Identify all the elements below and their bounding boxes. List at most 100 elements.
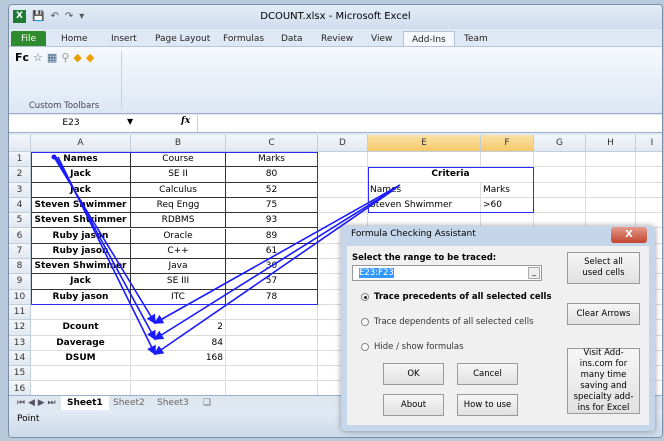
column-header-d[interactable]: D <box>318 135 368 152</box>
select-all-corner[interactable] <box>9 135 31 152</box>
cell-c4[interactable]: 75 <box>226 197 318 214</box>
cell-c1[interactable]: Marks <box>226 152 318 168</box>
tab-review[interactable]: Review <box>321 31 353 47</box>
cell-b8[interactable]: Java <box>131 259 226 275</box>
sheet-nav-icon[interactable]: ⏮ ◀ ▶ ⏭ <box>11 396 62 410</box>
cell-a14[interactable]: DSUM <box>31 350 131 367</box>
cell-a1[interactable]: Names <box>31 152 131 168</box>
cell-a8[interactable]: Steven Shwimmer <box>31 259 131 275</box>
column-header-h[interactable]: H <box>586 135 636 152</box>
cell-i2[interactable] <box>636 167 662 183</box>
cell-b11[interactable] <box>131 305 226 321</box>
cell-b4[interactable]: Req Engg <box>131 197 226 214</box>
row-header-13[interactable]: 13 <box>9 335 31 351</box>
row-header-10[interactable]: 10 <box>9 289 31 305</box>
cell-f4[interactable]: >60 <box>481 197 534 214</box>
tab-home[interactable]: Home <box>61 31 88 47</box>
cell-e2[interactable]: Criteria <box>368 167 534 183</box>
cell-e4[interactable]: Steven Shwimmer <box>368 197 481 214</box>
how-to-use-button[interactable]: How to use <box>457 394 518 416</box>
tab-view[interactable]: View <box>371 31 392 47</box>
row-header-6[interactable]: 6 <box>9 228 31 244</box>
cell-c3[interactable]: 52 <box>226 182 318 198</box>
warning-icon[interactable]: ◆ <box>86 51 94 64</box>
cell-h2[interactable] <box>586 167 636 183</box>
cell-a15[interactable] <box>31 366 131 382</box>
cell-g1[interactable] <box>534 152 586 168</box>
row-header-4[interactable]: 4 <box>9 197 31 214</box>
cell-a10[interactable]: Ruby jason <box>31 289 131 305</box>
radio-trace-precedents[interactable]: Trace precedents of all selected cells <box>361 292 552 302</box>
cell-a5[interactable]: Steven Shwimmer <box>31 213 131 229</box>
cell-d1[interactable] <box>318 152 368 168</box>
column-header-c[interactable]: C <box>226 135 318 152</box>
row-header-7[interactable]: 7 <box>9 243 31 260</box>
cell-d2[interactable] <box>318 167 368 183</box>
cell-b3[interactable]: Calculus <box>131 182 226 198</box>
tab-data[interactable]: Data <box>281 31 303 47</box>
cell-a12[interactable]: Dcount <box>31 320 131 336</box>
cell-c13[interactable] <box>226 335 318 351</box>
insert-function-icon[interactable]: fx <box>181 116 190 126</box>
cell-b7[interactable]: C++ <box>131 243 226 260</box>
cell-c12[interactable] <box>226 320 318 336</box>
row-header-5[interactable]: 5 <box>9 213 31 229</box>
cell-c5[interactable]: 93 <box>226 213 318 229</box>
cell-d3[interactable] <box>318 182 368 198</box>
cell-f1[interactable] <box>481 152 534 168</box>
cell-a11[interactable] <box>31 305 131 321</box>
name-box-dropdown-icon[interactable]: ▼ <box>127 117 133 126</box>
clear-arrows-button[interactable]: Clear Arrows <box>567 303 640 325</box>
tab-page-layout[interactable]: Page Layout <box>155 31 210 47</box>
cell-c10[interactable]: 78 <box>226 289 318 305</box>
cell-b15[interactable] <box>131 366 226 382</box>
cell-b9[interactable]: SE III <box>131 274 226 290</box>
cell-b12[interactable]: 2 <box>131 320 226 336</box>
ok-button[interactable]: OK <box>383 363 444 385</box>
tab-formulas[interactable]: Formulas <box>223 31 264 47</box>
cell-i4[interactable] <box>636 198 662 214</box>
row-header-12[interactable]: 12 <box>9 320 31 336</box>
cell-a9[interactable]: Jack <box>31 274 131 290</box>
cell-a3[interactable]: Jack <box>31 182 131 198</box>
column-header-g[interactable]: G <box>534 135 586 152</box>
close-button[interactable]: X <box>611 227 647 243</box>
cell-h4[interactable] <box>586 197 636 214</box>
column-header-f[interactable]: F <box>481 135 534 152</box>
cell-a6[interactable]: Ruby jason <box>31 228 131 244</box>
row-header-9[interactable]: 9 <box>9 274 31 290</box>
cell-i3[interactable] <box>636 183 662 198</box>
name-box[interactable]: E23 <box>11 116 131 131</box>
tab-add-ins[interactable]: Add-Ins <box>403 31 455 47</box>
row-header-1[interactable]: 1 <box>9 152 31 168</box>
row-header-11[interactable]: 11 <box>9 305 31 321</box>
cell-g2[interactable] <box>534 167 586 183</box>
cell-c9[interactable]: 57 <box>226 274 318 290</box>
calculator-icon[interactable]: ▦ <box>47 51 57 64</box>
range-picker-button[interactable]: _ <box>528 267 540 279</box>
cell-a2[interactable]: Jack <box>31 167 131 183</box>
radio-trace-dependents[interactable]: Trace dependents of all selected cells <box>361 317 534 327</box>
cell-b10[interactable]: ITC <box>131 289 226 305</box>
magnifier-icon[interactable]: ⚲ <box>61 51 69 64</box>
tab-insert[interactable]: Insert <box>111 31 137 47</box>
warning-check-icon[interactable]: ◆ <box>73 51 81 64</box>
row-header-8[interactable]: 8 <box>9 259 31 275</box>
cell-d4[interactable] <box>318 197 368 214</box>
cell-b6[interactable]: Oracle <box>131 228 226 244</box>
sheet-tab-sheet3[interactable]: Sheet3 <box>151 396 195 410</box>
insert-sheet-icon[interactable]: ❏ <box>197 396 217 410</box>
cell-g4[interactable] <box>534 197 586 214</box>
cell-c8[interactable]: 30 <box>226 259 318 275</box>
cell-b1[interactable]: Course <box>131 152 226 168</box>
visit-add-ins-button[interactable]: Visit Add-ins.com for many time saving a… <box>567 348 640 414</box>
trace-icon[interactable]: ☆ <box>33 51 43 64</box>
formula-input[interactable] <box>197 115 662 132</box>
cell-h3[interactable] <box>586 182 636 198</box>
cell-b14[interactable]: 168 <box>131 350 226 367</box>
row-header-2[interactable]: 2 <box>9 167 31 183</box>
cell-c2[interactable]: 80 <box>226 167 318 183</box>
row-header-14[interactable]: 14 <box>9 350 31 367</box>
row-header-15[interactable]: 15 <box>9 366 31 382</box>
cell-a4[interactable]: Steven Shwimmer <box>31 197 131 214</box>
